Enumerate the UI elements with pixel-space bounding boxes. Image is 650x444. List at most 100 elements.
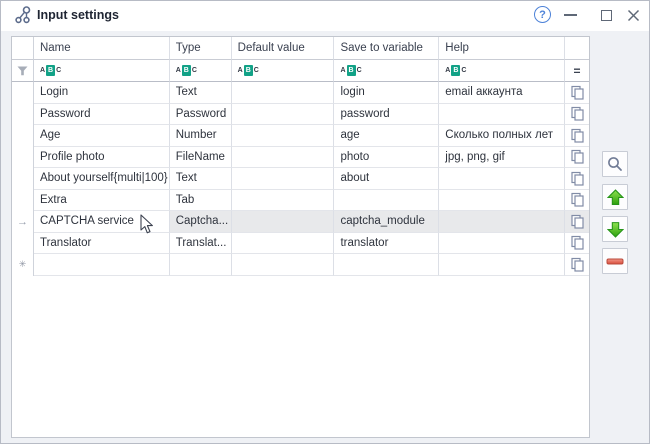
cell-type[interactable]: Text [170,168,232,190]
cell-help[interactable]: email аккаунта [439,82,565,104]
cell-name[interactable]: Profile photo [34,147,170,169]
cell-help[interactable] [439,254,565,276]
funnel-icon [17,66,28,76]
table-row: About yourself{multi|100} Text about [12,168,589,190]
cell-help[interactable]: Сколько полных лет [439,125,565,147]
grid-header-row: Name Type Default value Save to variable… [12,37,589,60]
cell-help[interactable]: jpg, png, gif [439,147,565,169]
copy-row-button[interactable] [565,168,589,190]
filter-input-help[interactable]: ABC [439,60,565,82]
cell-type[interactable]: Number [170,125,232,147]
cell-type[interactable]: FileName [170,147,232,169]
copy-row-button[interactable] [565,104,589,126]
cell-default-value[interactable] [232,147,335,169]
cell-help[interactable] [439,104,565,126]
cell-type[interactable] [170,254,232,276]
copy-row-button[interactable] [565,125,589,147]
cell-help[interactable] [439,233,565,255]
filter-input-default-value[interactable]: ABC [232,60,335,82]
minimize-button[interactable] [561,5,579,25]
cell-default-value[interactable] [232,82,335,104]
copy-row-button[interactable] [565,233,589,255]
maximize-icon [601,10,612,21]
cell-save-to-variable[interactable]: photo [334,147,439,169]
table-row: Profile photo FileName photo jpg, png, g… [12,147,589,169]
cell-save-to-variable[interactable] [334,254,439,276]
copy-row-button[interactable] [565,211,589,233]
cell-name[interactable]: Translator [34,233,170,255]
cell-default-value[interactable] [232,168,335,190]
column-header-type[interactable]: Type [170,37,232,60]
arrow-up-icon [607,189,624,206]
filter-input-name[interactable]: ABC [34,60,170,82]
cell-default-value[interactable] [232,233,335,255]
cell-name[interactable]: Age [34,125,170,147]
move-down-button[interactable] [602,216,628,242]
cell-save-to-variable[interactable]: about [334,168,439,190]
copy-icon [570,257,585,272]
cell-name[interactable] [34,254,170,276]
filter-input-save-to-variable[interactable]: ABC [334,60,439,82]
cell-help[interactable] [439,190,565,212]
copy-icon [570,106,585,121]
cell-save-to-variable[interactable]: login [334,82,439,104]
cell-help[interactable] [439,211,565,233]
abc-filter-icon: ABC [445,65,466,76]
cell-save-to-variable[interactable]: password [334,104,439,126]
cell-default-value[interactable] [232,125,335,147]
cell-default-value[interactable] [232,254,335,276]
cell-type[interactable]: Translat... [170,233,232,255]
row-gutter[interactable] [12,125,34,147]
copy-icon [570,235,585,250]
cell-default-value[interactable] [232,211,335,233]
cell-name[interactable]: Extra [34,190,170,212]
cell-default-value[interactable] [232,104,335,126]
window-title: Input settings [37,8,119,22]
copy-row-button[interactable] [565,82,589,104]
input-settings-window: Input settings ? Name Type Default value… [0,0,650,444]
filter-gutter[interactable] [12,60,34,82]
row-gutter[interactable] [12,190,34,212]
cell-default-value[interactable] [232,190,335,212]
cell-type[interactable]: Password [170,104,232,126]
cell-name[interactable]: CAPTCHA service [34,211,170,233]
close-icon [627,9,640,22]
cell-type[interactable]: Tab [170,190,232,212]
cell-type[interactable]: Text [170,82,232,104]
grid-rows: Login Text login email аккаунта Password… [12,82,589,276]
cell-save-to-variable[interactable]: captcha_module [334,211,439,233]
cell-save-to-variable[interactable]: translator [334,233,439,255]
cell-type[interactable]: Captcha... [170,211,232,233]
cell-name[interactable]: Login [34,82,170,104]
table-row: Password Password password [12,104,589,126]
copy-row-button[interactable] [565,254,589,276]
cell-save-to-variable[interactable]: age [334,125,439,147]
cell-save-to-variable[interactable] [334,190,439,212]
row-gutter[interactable] [12,104,34,126]
cell-name[interactable]: About yourself{multi|100} [34,168,170,190]
column-header-name[interactable]: Name [34,37,170,60]
cell-name[interactable]: Password [34,104,170,126]
maximize-button[interactable] [597,5,615,25]
copy-row-button[interactable] [565,190,589,212]
help-button[interactable]: ? [534,6,551,23]
filter-equals[interactable]: = [565,60,589,82]
row-gutter[interactable] [12,233,34,255]
row-gutter[interactable] [12,168,34,190]
close-button[interactable] [624,5,642,25]
move-up-button[interactable] [602,184,628,210]
search-icon [607,156,623,172]
column-header-save-to-variable[interactable]: Save to variable [334,37,439,60]
column-header-help[interactable]: Help [439,37,565,60]
row-gutter[interactable] [12,82,34,104]
filter-input-type[interactable]: ABC [170,60,232,82]
search-button[interactable] [602,151,628,177]
row-gutter[interactable]: → [12,211,34,233]
row-gutter[interactable]: ✳ [12,254,34,276]
table-row: Extra Tab [12,190,589,212]
copy-row-button[interactable] [565,147,589,169]
remove-row-button[interactable] [602,248,628,274]
column-header-default-value[interactable]: Default value [232,37,335,60]
row-gutter[interactable] [12,147,34,169]
cell-help[interactable] [439,168,565,190]
